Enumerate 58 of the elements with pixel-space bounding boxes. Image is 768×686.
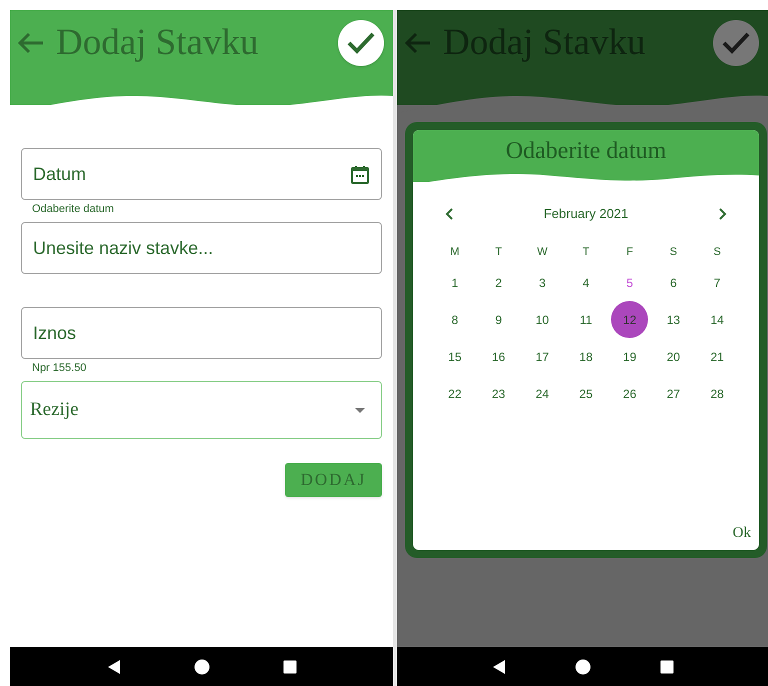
weekday-label: W	[537, 245, 548, 260]
calendar-day[interactable]: 14	[698, 301, 736, 338]
calendar-day[interactable]: 19	[611, 338, 648, 375]
calendar-day[interactable]: 11	[567, 301, 604, 338]
month-label: February 2021	[544, 205, 628, 224]
home-nav-button[interactable]	[574, 658, 590, 674]
calendar-day[interactable]: 20	[654, 338, 692, 375]
back-nav-button[interactable]	[106, 658, 120, 674]
weekday-label: S	[713, 245, 721, 260]
calendar-day[interactable]: 1	[436, 264, 474, 301]
next-month-button[interactable]	[719, 208, 727, 220]
calendar-day[interactable]: 17	[524, 338, 561, 375]
calendar-day[interactable]: 15	[436, 338, 474, 375]
calendar-day[interactable]: 3	[524, 264, 561, 301]
dialog-title: Odaberite datum	[506, 137, 666, 166]
dropdown-caret-icon	[355, 408, 365, 412]
calendar-day[interactable]: 22	[436, 375, 474, 412]
confirm-button[interactable]	[713, 20, 759, 66]
calendar-day[interactable]: 25	[567, 375, 604, 412]
helper-text: Odaberite datum	[31, 202, 115, 217]
calendar-day[interactable]: 21	[698, 338, 736, 375]
category-dropdown[interactable]: Rezije	[21, 381, 382, 439]
recents-nav-button[interactable]	[660, 660, 674, 674]
check-icon	[721, 31, 751, 55]
screen-title: Dodaj Stavku	[56, 21, 260, 65]
calendar-day[interactable]: 5	[611, 264, 648, 301]
recents-nav-button[interactable]	[282, 660, 296, 674]
calendar-day[interactable]: 24	[524, 375, 561, 412]
calendar-day[interactable]: 28	[698, 375, 736, 412]
weekday-label: S	[670, 245, 678, 260]
weekday-label: F	[626, 245, 634, 260]
weekday-label: T	[582, 245, 590, 260]
calendar-day[interactable]: 18	[567, 338, 604, 375]
calendar-day[interactable]: 16	[480, 338, 518, 375]
weekday-label: M	[450, 245, 460, 260]
previous-month-button[interactable]	[445, 208, 453, 220]
calendar-day[interactable]: 2	[480, 264, 518, 301]
input-field[interactable]: Unesite naziv stavke...	[21, 222, 382, 274]
calendar-day[interactable]: 10	[524, 301, 561, 338]
home-nav-button[interactable]	[194, 658, 210, 674]
calendar-day[interactable]: 13	[654, 301, 692, 338]
ok-button[interactable]: Ok	[732, 522, 751, 544]
check-icon	[346, 31, 376, 55]
date-field[interactable]: Datum	[21, 148, 382, 200]
confirm-button[interactable]	[338, 20, 384, 66]
calendar-day[interactable]: 6	[654, 264, 692, 301]
calendar-day[interactable]: 27	[654, 375, 692, 412]
calendar-day[interactable]: 4	[567, 264, 604, 301]
back-nav-button[interactable]	[492, 658, 506, 674]
calendar-day[interactable]: 8	[436, 301, 474, 338]
calendar-day[interactable]: 9	[480, 301, 518, 338]
calendar-day[interactable]: 23	[480, 375, 518, 412]
calendar-day[interactable]: 26	[611, 375, 648, 412]
calendar-icon	[351, 164, 369, 184]
weekday-label: T	[495, 245, 502, 260]
input-field[interactable]: Iznos	[21, 307, 382, 359]
calendar-day[interactable]: 7	[698, 264, 736, 301]
helper-text: Npr 155.50	[31, 361, 88, 376]
